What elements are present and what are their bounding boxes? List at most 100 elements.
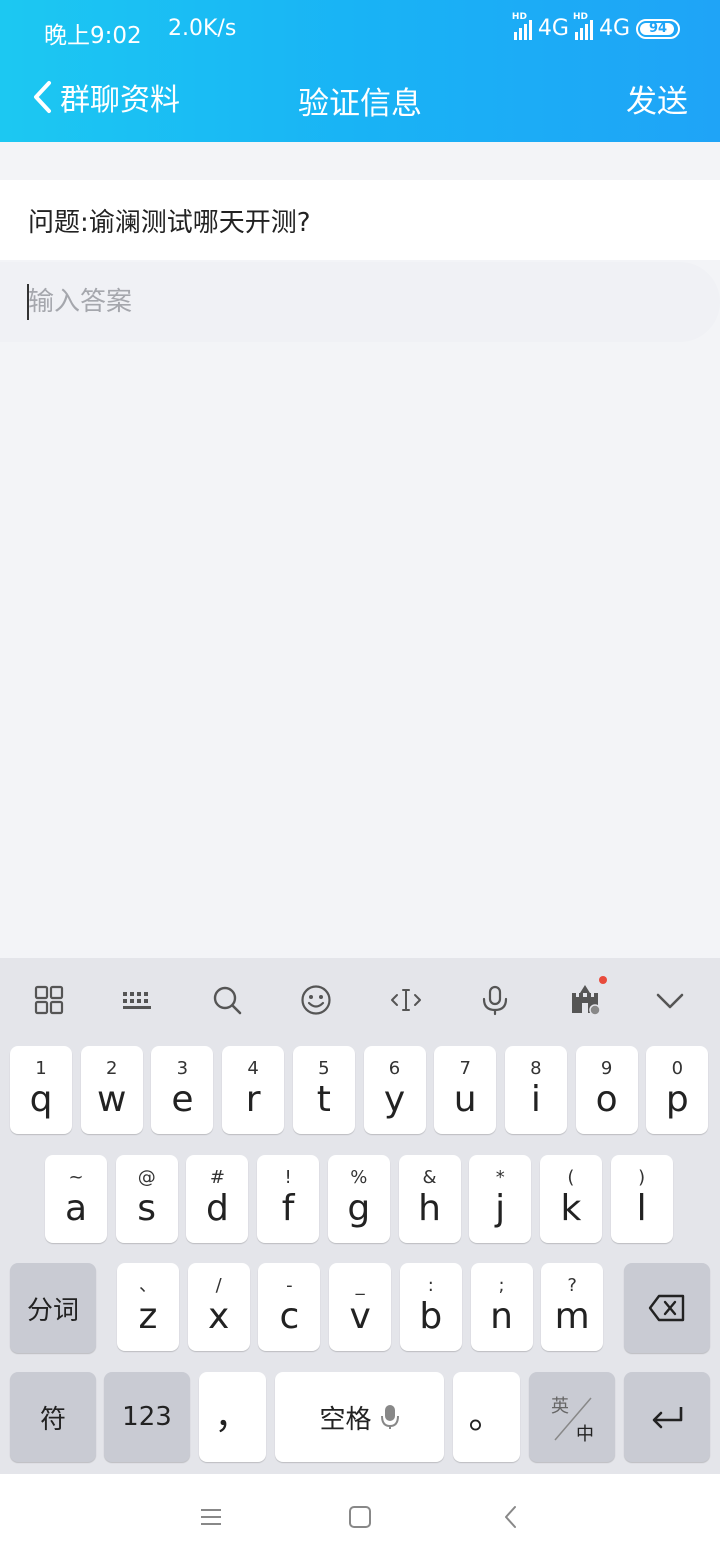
key-s[interactable]: @ s	[115, 1155, 178, 1243]
space-key[interactable]: 空格	[275, 1372, 444, 1462]
key-x-label: x	[208, 1296, 230, 1337]
key-j[interactable]: * j	[469, 1155, 532, 1243]
keyboard-icon[interactable]	[117, 980, 157, 1020]
key-l[interactable]: ) l	[610, 1155, 673, 1243]
key-o[interactable]: 9o	[575, 1046, 638, 1134]
key-p-label: p	[665, 1079, 689, 1120]
key-m-label: m	[554, 1296, 590, 1337]
microphone-icon[interactable]	[475, 980, 515, 1020]
key-x[interactable]: / x	[187, 1263, 250, 1351]
network-type-1: 4G	[537, 16, 569, 41]
language-switch-key[interactable]: 英 中	[529, 1372, 615, 1462]
key-v[interactable]: _ v	[329, 1263, 392, 1351]
key-b[interactable]: :b	[399, 1263, 462, 1351]
cursor-move-icon[interactable]	[386, 980, 426, 1020]
grid-icon[interactable]	[29, 980, 69, 1020]
castle-icon[interactable]	[565, 976, 607, 1020]
home-icon[interactable]	[343, 1500, 377, 1534]
key-i[interactable]: 8i	[504, 1046, 567, 1134]
key-g[interactable]: % g	[327, 1155, 390, 1243]
key-d[interactable]: # d	[186, 1155, 249, 1243]
key-p[interactable]: 0p	[646, 1046, 709, 1134]
key-x-alt: /	[215, 1275, 222, 1296]
key-y[interactable]: 6y	[363, 1046, 426, 1134]
nav-bar: 群聊资料 验证信息 发送	[0, 60, 720, 142]
symbol-key[interactable]: 符	[10, 1372, 96, 1462]
key-z[interactable]: 、 z	[117, 1263, 179, 1351]
backspace-key[interactable]	[624, 1263, 710, 1353]
back-nav-icon[interactable]	[494, 1500, 528, 1534]
emoji-icon[interactable]	[296, 980, 336, 1020]
backspace-icon	[648, 1294, 685, 1322]
enter-key[interactable]	[624, 1372, 710, 1462]
key-o-label: o	[595, 1079, 618, 1120]
key-o-alt: 9	[600, 1058, 613, 1079]
key-r[interactable]: 4r	[222, 1046, 285, 1134]
key-m[interactable]: ? m	[541, 1263, 604, 1351]
answer-input[interactable]	[0, 262, 700, 342]
key-c[interactable]: -c	[258, 1263, 321, 1351]
key-t-label: t	[316, 1079, 331, 1120]
collapse-icon[interactable]	[650, 980, 690, 1020]
key-j-label: j	[495, 1188, 506, 1229]
key-w-alt: 2	[105, 1058, 118, 1079]
search-icon[interactable]	[207, 980, 247, 1020]
key-q[interactable]: 1q	[10, 1046, 72, 1134]
key-g-alt: %	[350, 1167, 368, 1188]
key-t[interactable]: 5t	[292, 1046, 355, 1134]
key-i-alt: 8	[530, 1058, 542, 1079]
key-w-label: w	[96, 1079, 127, 1120]
period-key-label: 。	[468, 1396, 505, 1437]
key-k[interactable]: (k	[539, 1155, 602, 1243]
key-n[interactable]: ; n	[470, 1263, 533, 1351]
key-f-label: f	[281, 1188, 295, 1229]
text-cursor	[27, 284, 29, 320]
lang-zh-label: 中	[576, 1424, 594, 1445]
key-s-alt: @	[137, 1167, 156, 1188]
key-l-label: l	[636, 1188, 647, 1229]
key-m-alt: ?	[567, 1275, 577, 1296]
question-text: 问题:谕澜测试哪天开测?	[0, 180, 720, 260]
segment-key-label: 分词	[26, 1295, 79, 1326]
key-f[interactable]: ! f	[257, 1155, 320, 1243]
key-q-alt: 1	[35, 1058, 47, 1079]
signal-icon-2: HD	[573, 12, 593, 40]
key-s-label: s	[137, 1188, 157, 1229]
key-y-label: y	[383, 1079, 406, 1120]
key-u[interactable]: 7u	[434, 1046, 497, 1134]
key-e[interactable]: 3e	[151, 1046, 214, 1134]
key-a[interactable]: ~ a	[45, 1155, 107, 1243]
key-a-label: a	[64, 1188, 88, 1229]
key-w[interactable]: 2w	[80, 1046, 143, 1134]
key-h[interactable]: & h	[398, 1155, 461, 1243]
period-key[interactable]: 。	[453, 1372, 520, 1462]
key-h-alt: &	[422, 1167, 437, 1188]
key-y-alt: 6	[388, 1058, 401, 1079]
key-v-label: v	[349, 1296, 371, 1337]
keyboard-toolbar	[0, 958, 720, 1044]
status-bar: 晚上9:02 2.0K/s HD 4G HD 4G 94	[0, 0, 720, 60]
notification-dot	[599, 976, 607, 984]
keyboard: 1q2w3e4r5t6y7u8i9o0p ~ a @ s # d! f% g & h * j(k) l …	[0, 958, 720, 1474]
comma-key[interactable]: ，	[199, 1372, 266, 1462]
key-c-alt: -	[286, 1275, 293, 1296]
key-u-alt: 7	[459, 1058, 471, 1079]
key-h-label: h	[418, 1188, 441, 1229]
menu-icon[interactable]	[194, 1500, 228, 1534]
enter-icon	[652, 1407, 683, 1429]
key-b-label: b	[419, 1296, 443, 1337]
key-e-label: e	[171, 1079, 194, 1120]
key-k-label: k	[560, 1188, 582, 1229]
status-indicators: HD 4G HD 4G 94	[512, 12, 680, 41]
key-l-alt: )	[638, 1167, 646, 1188]
key-z-alt: 、	[139, 1275, 157, 1296]
answer-field-container	[0, 262, 720, 342]
key-g-label: g	[347, 1188, 371, 1229]
key-i-label: i	[530, 1079, 541, 1120]
segment-key[interactable]: 分词	[10, 1263, 96, 1353]
number-key[interactable]: 123	[104, 1372, 190, 1462]
network-type-2: 4G	[598, 16, 630, 41]
voice-icon	[380, 1405, 399, 1429]
comma-key-label: ，	[214, 1396, 251, 1437]
send-button[interactable]: 发送	[626, 76, 688, 121]
